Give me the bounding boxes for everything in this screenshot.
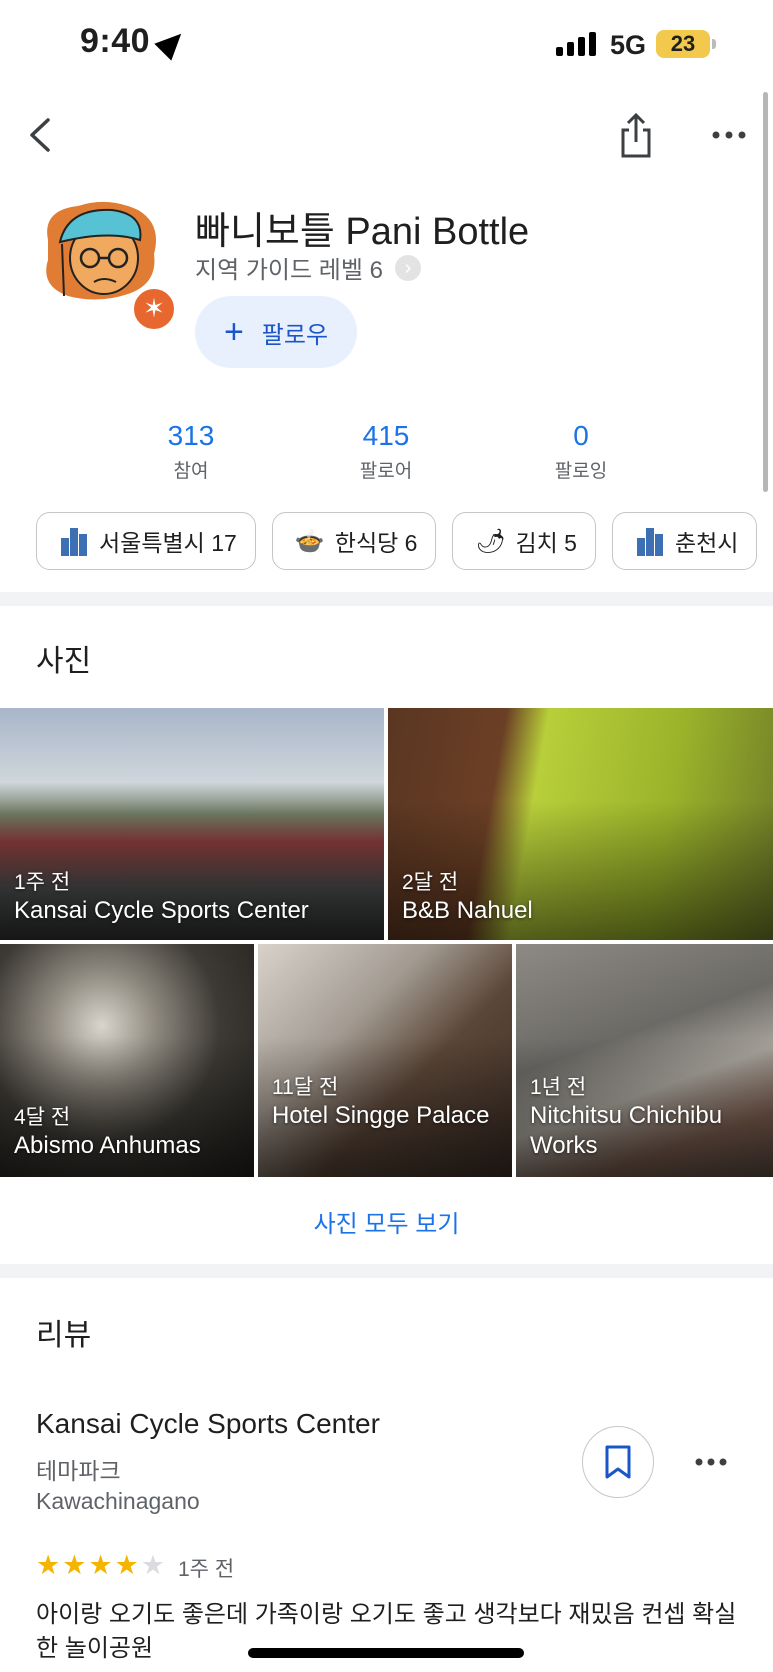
review-place-location: Kawachinagano xyxy=(36,1488,200,1514)
chip-kimchi[interactable]: 🌶 김치 5 xyxy=(452,512,596,570)
plus-icon: + xyxy=(223,313,244,351)
chip-chuncheon[interactable]: 춘천시 xyxy=(611,512,758,570)
chip-label: 한식당 6 xyxy=(334,530,418,556)
chili-icon: 🌶 xyxy=(475,527,506,555)
more-horizontal-icon xyxy=(695,1458,727,1466)
stat-label: 팔로어 xyxy=(359,461,413,482)
avatar-illustration xyxy=(46,201,156,300)
photo-item[interactable]: 11달 전 Hotel Singge Palace xyxy=(258,944,512,1177)
star-filled-icon: ★ xyxy=(36,1550,61,1580)
star-filled-icon: ★ xyxy=(114,1550,139,1580)
guide-level-link[interactable]: 지역 가이드 레벨 6 › xyxy=(195,250,421,285)
avatar[interactable] xyxy=(38,200,160,300)
more-horizontal-icon xyxy=(712,131,746,139)
photos-title: 사진 xyxy=(36,645,92,678)
section-divider xyxy=(0,592,773,606)
star-filled-icon: ★ xyxy=(62,1550,87,1580)
photo-item[interactable]: 2달 전 B&B Nahuel xyxy=(388,708,773,940)
stat-followers[interactable]: 415 팔로어 xyxy=(306,420,466,483)
star-rating: ★ ★ ★ ★ ★ xyxy=(36,1550,165,1581)
back-button[interactable] xyxy=(22,110,62,160)
local-guide-badge-icon: ✶ xyxy=(130,285,178,333)
chevron-left-icon xyxy=(30,118,50,152)
city-icon xyxy=(635,526,665,556)
photo-time: 4달 전 xyxy=(14,1106,71,1129)
photo-time: 2달 전 xyxy=(402,871,459,894)
home-indicator[interactable] xyxy=(248,1648,524,1658)
stat-label: 팔로잉 xyxy=(554,461,608,482)
photo-time: 1년 전 xyxy=(530,1076,587,1099)
city-icon xyxy=(59,526,89,556)
signal-icon xyxy=(556,32,596,56)
share-button[interactable] xyxy=(615,112,657,160)
save-button[interactable] xyxy=(582,1426,654,1498)
photo-time: 11달 전 xyxy=(272,1076,339,1099)
photo-item[interactable]: 1주 전 Kansai Cycle Sports Center xyxy=(0,708,384,940)
more-options-button[interactable] xyxy=(710,120,748,150)
chip-seoul[interactable]: 서울특별시 17 xyxy=(36,512,256,570)
section-divider xyxy=(0,1264,773,1278)
network-type: 5G xyxy=(610,30,647,60)
review-place-category: 테마파크 xyxy=(36,1458,121,1484)
battery-icon: 23 xyxy=(656,30,710,58)
follow-label: 팔로우 xyxy=(261,321,329,349)
profile-name: 빠니보틀 Pani Bottle xyxy=(195,211,530,253)
battery-tip xyxy=(712,39,716,49)
bowl-icon: 🍲 xyxy=(294,527,325,555)
chip-label: 춘천시 xyxy=(674,530,739,556)
stat-label: 참여 xyxy=(173,461,209,482)
reviews-title: 리뷰 xyxy=(36,1319,92,1352)
topic-chips: 서울특별시 17 🍲 한식당 6 🌶 김치 5 춘천시 xyxy=(36,512,758,570)
bookmark-icon xyxy=(605,1445,631,1479)
see-all-photos-link[interactable]: 사진 모두 보기 xyxy=(0,1204,773,1239)
photo-item[interactable]: 1년 전 Nitchitsu Chichibu Works xyxy=(516,944,773,1177)
photo-time: 1주 전 xyxy=(14,871,71,894)
chevron-right-icon: › xyxy=(394,254,421,281)
stat-contributions[interactable]: 313 참여 xyxy=(111,420,271,483)
review-place-name[interactable]: Kansai Cycle Sports Center xyxy=(36,1408,380,1440)
status-bar: 9:40 5G 23 xyxy=(0,0,773,92)
review-time: 1주 전 xyxy=(178,1558,235,1581)
status-time: 9:40 xyxy=(80,22,151,60)
photo-place: Kansai Cycle Sports Center xyxy=(14,897,309,924)
photo-place: B&B Nahuel xyxy=(402,897,533,924)
stat-following[interactable]: 0 팔로잉 xyxy=(501,420,661,483)
photo-item[interactable]: 4달 전 Abismo Anhumas xyxy=(0,944,254,1177)
photo-place: Abismo Anhumas xyxy=(14,1132,201,1159)
stat-value: 313 xyxy=(167,420,215,451)
review-more-button[interactable] xyxy=(694,1452,728,1472)
stat-value: 0 xyxy=(573,420,589,451)
stat-value: 415 xyxy=(362,420,410,451)
photo-place: Nitchitsu Chichibu Works xyxy=(530,1102,723,1159)
guide-level-text: 지역 가이드 레벨 6 xyxy=(195,257,383,284)
share-icon xyxy=(621,112,651,158)
star-filled-icon: ★ xyxy=(88,1550,113,1580)
photo-place: Hotel Singge Palace xyxy=(272,1102,490,1129)
star-empty-icon: ★ xyxy=(140,1550,166,1580)
scrollbar[interactable] xyxy=(763,92,768,492)
chip-label: 김치 5 xyxy=(515,530,577,556)
chip-korean-restaurant[interactable]: 🍲 한식당 6 xyxy=(271,512,437,570)
chip-label: 서울특별시 17 xyxy=(99,530,237,556)
follow-button[interactable]: + 팔로우 xyxy=(195,296,357,368)
location-arrow-icon xyxy=(154,25,190,61)
